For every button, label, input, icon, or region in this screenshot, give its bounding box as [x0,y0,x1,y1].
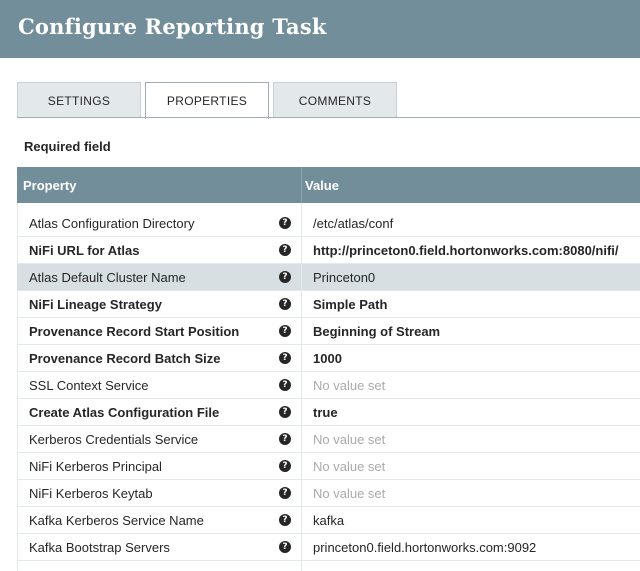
property-table-body: Atlas Configuration Directory? /etc/atlas… [17,203,640,571]
property-name: Kafka Bootstrap Servers [29,540,170,555]
tab-properties[interactable]: PROPERTIES [145,82,269,119]
property-value[interactable]: No value set [313,459,385,474]
table-row[interactable]: NiFi Kerberos Principal? No value set [17,453,640,480]
question-circle-icon[interactable]: ? [279,460,291,472]
property-value[interactable]: No value set [313,432,385,447]
question-circle-icon[interactable]: ? [279,217,291,229]
property-name: Provenance Record Start Position [29,324,240,339]
question-circle-icon[interactable]: ? [279,325,291,337]
question-circle-icon[interactable]: ? [279,244,291,256]
property-name: Create Atlas Configuration File [29,405,220,420]
property-value[interactable]: kafka [313,513,344,528]
property-value[interactable]: http://princeton0.field.hortonworks.com:… [313,243,619,258]
property-value[interactable]: No value set [313,378,385,393]
property-value[interactable]: 1000 [313,351,342,366]
table-row[interactable]: SSL Context Service? No value set [17,372,640,399]
property-value[interactable]: true [313,405,338,420]
question-circle-icon[interactable]: ? [279,379,291,391]
table-row[interactable]: Kafka Kerberos Service Name? kafka [17,507,640,534]
dialog-header: Configure Reporting Task [0,0,640,58]
tab-divider [17,117,640,118]
question-circle-icon[interactable]: ? [279,406,291,418]
table-row[interactable]: Atlas Configuration Directory? /etc/atlas… [17,210,640,237]
tab-settings[interactable]: SETTINGS [17,82,141,117]
table-row[interactable]: NiFi Kerberos Keytab? No value set [17,480,640,507]
table-row[interactable]: Provenance Record Batch Size? 1000 [17,345,640,372]
question-circle-icon[interactable]: ? [279,487,291,499]
property-value[interactable]: princeton0.field.hortonworks.com:9092 [313,540,536,555]
table-row[interactable]: Kerberos Credentials Service? No value se… [17,426,640,453]
property-value[interactable]: No value set [313,486,385,501]
table-row[interactable]: Create Atlas Configuration File? true [17,399,640,426]
property-name: Atlas Configuration Directory [29,216,195,231]
table-header: Property Value [17,167,640,203]
property-name: NiFi Lineage Strategy [29,297,162,312]
required-field-note: Required field [24,139,111,154]
table-row[interactable]: NiFi Lineage Strategy? Simple Path [17,291,640,318]
question-circle-icon[interactable]: ? [279,352,291,364]
table-row[interactable]: Atlas Default Cluster Name? Princeton0 [17,264,640,291]
column-header-value[interactable]: Value [305,178,339,193]
table-row[interactable]: NiFi URL for Atlas? http://princeton0.fie… [17,237,640,264]
question-circle-icon[interactable]: ? [279,271,291,283]
column-divider [301,167,302,203]
property-value[interactable]: Simple Path [313,297,387,312]
dialog-title: Configure Reporting Task [18,14,327,39]
question-circle-icon[interactable]: ? [279,433,291,445]
property-name: Provenance Record Batch Size [29,351,221,366]
property-name: NiFi URL for Atlas [29,243,140,258]
table-row[interactable]: Provenance Record Start Position? Beginni… [17,318,640,345]
property-name: Atlas Default Cluster Name [29,270,186,285]
property-name: NiFi Kerberos Keytab [29,486,153,501]
question-circle-icon[interactable]: ? [279,541,291,553]
column-header-property[interactable]: Property [23,178,76,193]
property-value[interactable]: Princeton0 [313,270,375,285]
tab-bar: SETTINGS PROPERTIES COMMENTS [17,82,640,119]
property-name: NiFi Kerberos Principal [29,459,162,474]
question-circle-icon[interactable]: ? [279,298,291,310]
property-name: Kafka Kerberos Service Name [29,513,204,528]
table-row[interactable]: Kafka Bootstrap Servers? princeton0.field… [17,534,640,561]
tab-comments[interactable]: COMMENTS [273,82,397,117]
property-value[interactable]: /etc/atlas/conf [313,216,393,231]
property-name: SSL Context Service [29,378,149,393]
property-name: Kerberos Credentials Service [29,432,199,447]
property-value[interactable]: Beginning of Stream [313,324,440,339]
column-divider-body [301,203,302,571]
question-circle-icon[interactable]: ? [279,514,291,526]
